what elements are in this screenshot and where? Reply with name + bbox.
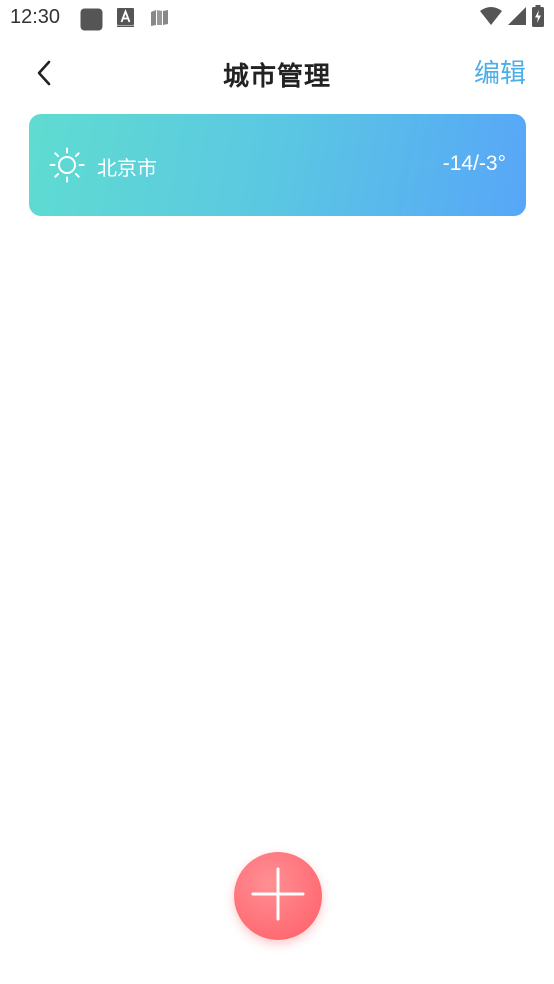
city-name: 北京市	[97, 156, 157, 180]
app-icon	[80, 8, 103, 35]
edit-button[interactable]: 编辑	[474, 53, 526, 90]
status-time: 12:30	[10, 6, 61, 28]
add-city-button[interactable]	[234, 852, 322, 940]
sun-icon	[49, 147, 85, 183]
page-title: 城市管理	[222, 62, 331, 92]
nav-bar: 城市管理 编辑	[0, 38, 554, 110]
font-icon	[117, 8, 134, 31]
battery-icon	[532, 5, 544, 31]
wifi-icon	[480, 7, 502, 29]
signal-icon	[508, 7, 526, 29]
plus-icon	[250, 866, 306, 926]
book-icon	[150, 8, 169, 31]
city-temperature: -14/-3°	[442, 152, 506, 175]
city-card-beijing[interactable]: 北京市 -14/-3°	[29, 114, 526, 216]
status-bar: 12:30	[0, 0, 554, 38]
